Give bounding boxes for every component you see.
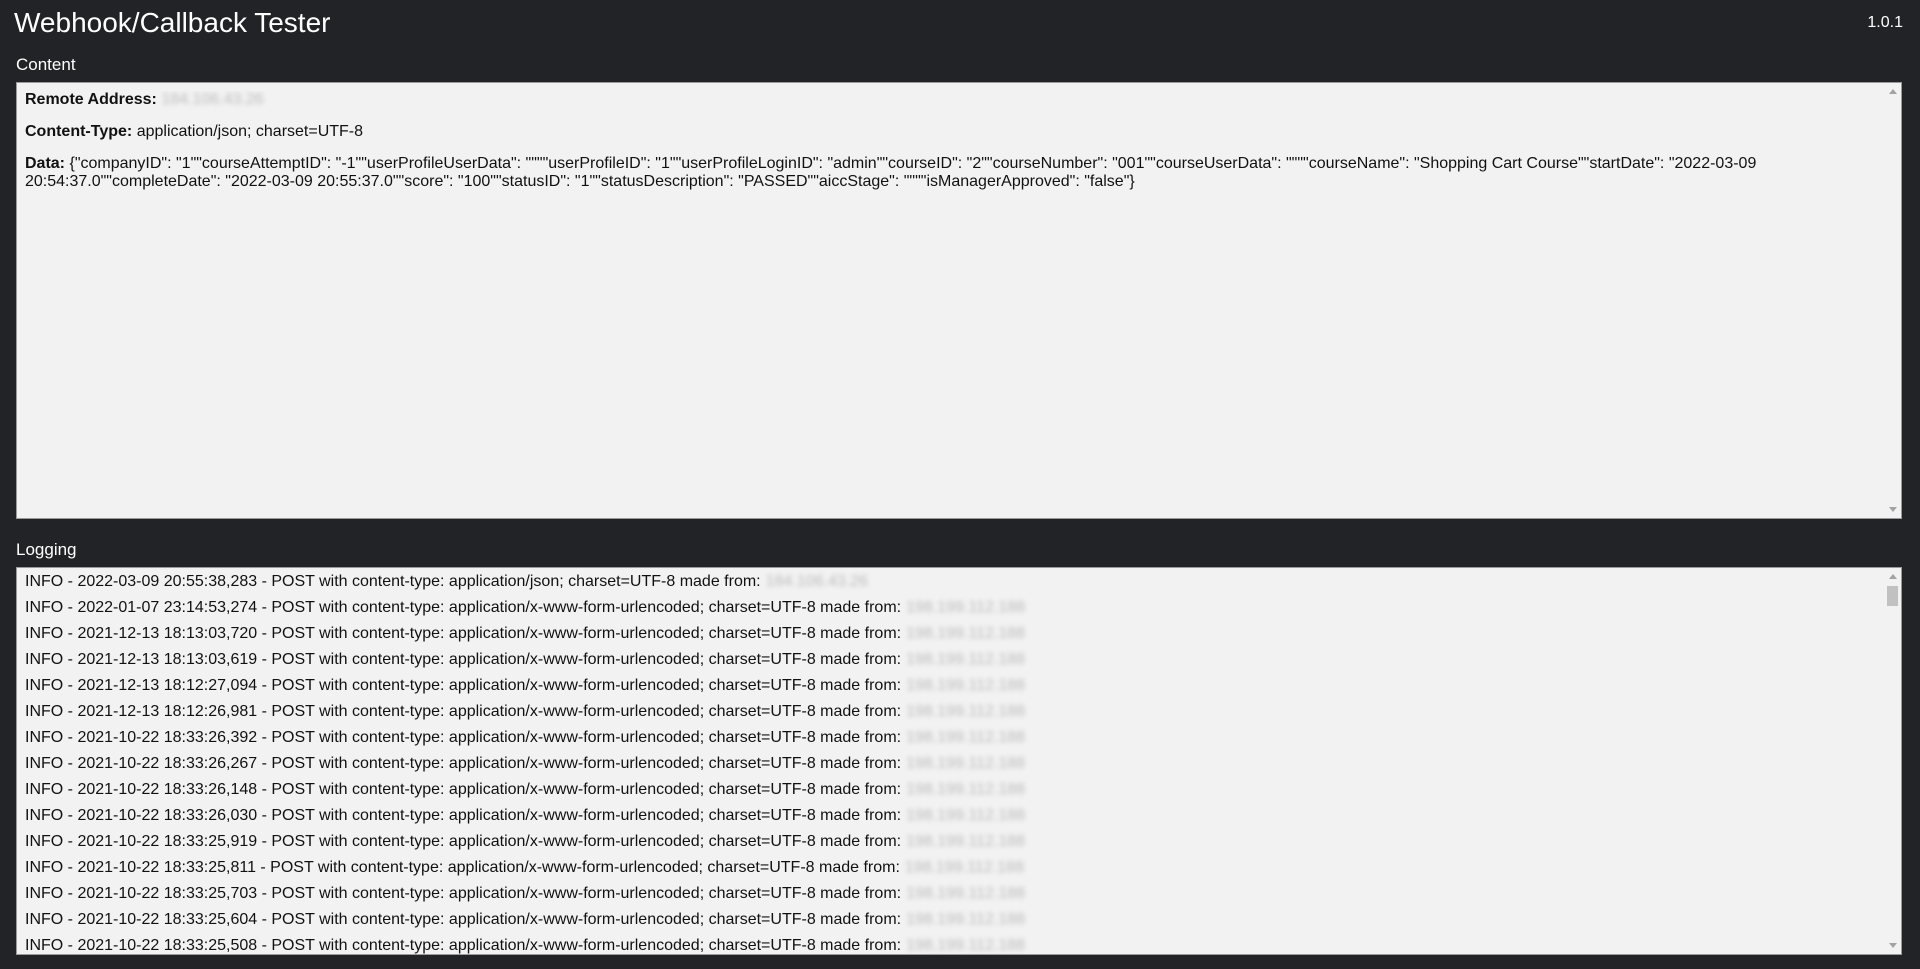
version-label: 1.0.1 xyxy=(1867,14,1903,31)
log-entry: INFO - 2021-10-22 18:33:26,392 - POST wi… xyxy=(25,725,1879,751)
log-entry-text: INFO - 2021-10-22 18:33:26,030 - POST wi… xyxy=(25,807,902,824)
scroll-thumb[interactable] xyxy=(1887,586,1898,606)
log-entry: INFO - 2021-12-13 18:12:27,094 - POST wi… xyxy=(25,673,1879,699)
log-entry-ip: 198.199.112.188 xyxy=(906,677,1026,694)
content-type-row: Content-Type: application/json; charset=… xyxy=(25,123,1879,141)
data-label: Data: xyxy=(25,155,66,172)
log-entry-text: INFO - 2021-10-22 18:33:25,604 - POST wi… xyxy=(25,911,902,928)
log-entry: INFO - 2022-03-09 20:55:38,283 - POST wi… xyxy=(25,569,1879,595)
log-entry-text: INFO - 2021-12-13 18:13:03,720 - POST wi… xyxy=(25,625,902,642)
log-entry-ip: 198.199.112.188 xyxy=(906,651,1026,668)
content-type-label: Content-Type: xyxy=(25,123,133,140)
log-entry: INFO - 2021-10-22 18:33:26,030 - POST wi… xyxy=(25,803,1879,829)
logging-panel[interactable]: INFO - 2022-03-09 20:55:38,283 - POST wi… xyxy=(16,567,1902,955)
log-entry-text: INFO - 2021-10-22 18:33:26,392 - POST wi… xyxy=(25,729,902,746)
logging-scrollbar[interactable] xyxy=(1884,568,1901,954)
log-entry-ip: 184.106.43.26 xyxy=(765,573,868,590)
content-scrollbar[interactable] xyxy=(1884,83,1901,518)
log-entry-ip: 198.199.112.188 xyxy=(906,885,1026,902)
content-section-label: Content xyxy=(16,55,76,74)
log-entry-text: INFO - 2021-12-13 18:12:27,094 - POST wi… xyxy=(25,677,902,694)
log-entry-text: INFO - 2021-10-22 18:33:25,811 - POST wi… xyxy=(25,859,900,876)
remote-address-label: Remote Address: xyxy=(25,91,157,108)
log-entry-text: INFO - 2022-03-09 20:55:38,283 - POST wi… xyxy=(25,573,761,590)
log-entry: INFO - 2021-10-22 18:33:25,508 - POST wi… xyxy=(25,933,1879,954)
log-entry: INFO - 2021-10-22 18:33:25,919 - POST wi… xyxy=(25,829,1879,855)
log-entry-ip: 198.199.112.188 xyxy=(906,729,1026,746)
logging-section-label: Logging xyxy=(16,540,77,559)
log-entry: INFO - 2021-10-22 18:33:26,148 - POST wi… xyxy=(25,777,1879,803)
log-entry-text: INFO - 2021-10-22 18:33:25,919 - POST wi… xyxy=(25,833,902,850)
scroll-down-arrow-icon[interactable] xyxy=(1889,507,1897,512)
scroll-up-arrow-icon[interactable] xyxy=(1889,89,1897,94)
log-entry-ip: 198.199.112.188 xyxy=(906,807,1026,824)
log-entry-text: INFO - 2021-10-22 18:33:25,703 - POST wi… xyxy=(25,885,902,902)
scroll-up-arrow-icon[interactable] xyxy=(1889,574,1897,579)
log-entry-text: INFO - 2021-10-22 18:33:25,508 - POST wi… xyxy=(25,937,902,954)
log-entry-ip: 198.199.112.188 xyxy=(904,859,1024,876)
log-entry-ip: 198.199.112.188 xyxy=(906,599,1026,616)
log-entry-ip: 198.199.112.188 xyxy=(906,755,1026,772)
content-panel[interactable]: Remote Address: 184.106.43.26 Content-Ty… xyxy=(16,82,1902,519)
log-entry: INFO - 2021-12-13 18:12:26,981 - POST wi… xyxy=(25,699,1879,725)
log-entry-ip: 198.199.112.188 xyxy=(906,781,1026,798)
log-entry-text: INFO - 2021-12-13 18:12:26,981 - POST wi… xyxy=(25,703,902,720)
log-entry-text: INFO - 2021-12-13 18:13:03,619 - POST wi… xyxy=(25,651,902,668)
log-entry: INFO - 2022-01-07 23:14:53,274 - POST wi… xyxy=(25,595,1879,621)
log-entry: INFO - 2021-12-13 18:13:03,619 - POST wi… xyxy=(25,647,1879,673)
data-row: Data: {"companyID": "1""courseAttemptID"… xyxy=(25,155,1879,191)
log-entry-ip: 198.199.112.188 xyxy=(906,911,1026,928)
log-entry-text: INFO - 2021-10-22 18:33:26,267 - POST wi… xyxy=(25,755,902,772)
data-value: {"companyID": "1""courseAttemptID": "-1"… xyxy=(25,155,1757,190)
log-entry-ip: 198.199.112.188 xyxy=(906,833,1026,850)
log-entry-ip: 198.199.112.188 xyxy=(906,937,1026,954)
app-title: Webhook/Callback Tester xyxy=(14,7,331,38)
log-entry: INFO - 2021-10-22 18:33:25,811 - POST wi… xyxy=(25,855,1879,881)
log-entry: INFO - 2021-10-22 18:33:25,703 - POST wi… xyxy=(25,881,1879,907)
log-entry: INFO - 2021-10-22 18:33:26,267 - POST wi… xyxy=(25,751,1879,777)
log-entry-ip: 198.199.112.188 xyxy=(906,625,1026,642)
remote-address-row: Remote Address: 184.106.43.26 xyxy=(25,91,1879,109)
page: Webhook/Callback Tester 1.0.1 Content Re… xyxy=(0,0,1920,969)
log-entry-text: INFO - 2021-10-22 18:33:26,148 - POST wi… xyxy=(25,781,902,798)
log-entry-text: INFO - 2022-01-07 23:14:53,274 - POST wi… xyxy=(25,599,902,616)
scroll-down-arrow-icon[interactable] xyxy=(1889,943,1897,948)
log-list: INFO - 2022-03-09 20:55:38,283 - POST wi… xyxy=(25,569,1879,954)
remote-address-value: 184.106.43.26 xyxy=(161,91,264,108)
log-entry-ip: 198.199.112.188 xyxy=(906,703,1026,720)
content-type-value: application/json; charset=UTF-8 xyxy=(136,123,364,140)
log-entry: INFO - 2021-10-22 18:33:25,604 - POST wi… xyxy=(25,907,1879,933)
log-entry: INFO - 2021-12-13 18:13:03,720 - POST wi… xyxy=(25,621,1879,647)
